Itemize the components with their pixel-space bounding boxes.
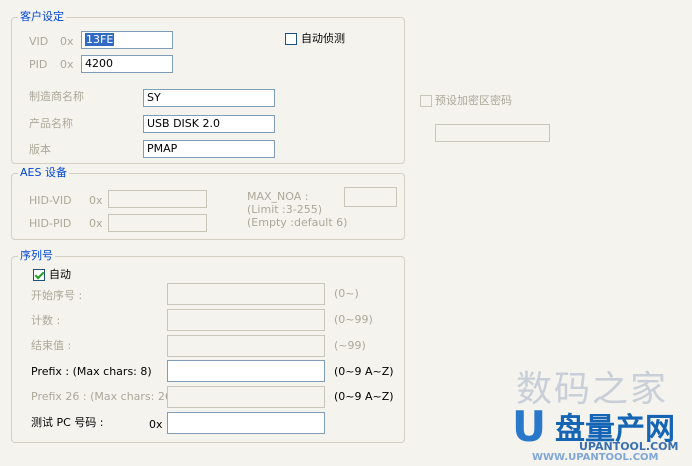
preset-password-label: 预设加密区密码 xyxy=(435,94,512,107)
manufacturer-label: 制造商名称 xyxy=(29,90,84,103)
auto-detect-checkbox[interactable] xyxy=(285,33,297,45)
hid-pid-label: HID-PID xyxy=(29,217,72,230)
customer-settings-title: 客户设定 xyxy=(18,10,66,24)
prefix-hint: (0~9 A~Z) xyxy=(334,365,394,378)
vid-prefix: 0x xyxy=(60,35,74,48)
vid-value: 13FE xyxy=(85,33,115,46)
watermark-url-sub: WWW.UPANTOOL.COM xyxy=(532,452,659,463)
hid-vid-label: HID-VID xyxy=(29,194,72,207)
hid-pid-prefix: 0x xyxy=(89,217,103,230)
aes-device-title: AES 设备 xyxy=(18,166,69,180)
manufacturer-input[interactable]: SY xyxy=(143,89,275,107)
end-value-label: 结束值 : xyxy=(31,339,72,352)
test-pc-input[interactable] xyxy=(167,412,325,434)
start-serial-hint: (0~) xyxy=(334,287,359,300)
vid-input[interactable]: 13FE xyxy=(81,31,173,49)
start-serial-label: 开始序号 : xyxy=(31,289,83,302)
hid-vid-input[interactable] xyxy=(108,190,207,208)
product-label: 产品名称 xyxy=(29,117,73,130)
end-value-input[interactable] xyxy=(167,335,325,357)
auto-detect-label: 自动侦测 xyxy=(301,32,345,45)
serial-auto-checkbox[interactable] xyxy=(33,269,45,281)
vid-label: VID xyxy=(29,35,49,48)
count-hint: (0~99) xyxy=(334,313,373,326)
prefix-input[interactable] xyxy=(167,360,325,382)
prefix-label: Prefix : (Max chars: 8) xyxy=(31,365,152,378)
prefix26-input[interactable] xyxy=(167,386,325,408)
serial-auto-label: 自动 xyxy=(49,268,71,281)
max-noa-label: MAX_NOA : xyxy=(247,190,309,203)
pid-label: PID xyxy=(29,58,48,71)
max-noa-input[interactable] xyxy=(344,187,397,207)
prefix26-label: Prefix 26 : (Max chars: 26) xyxy=(31,390,177,403)
count-label: 计数 : xyxy=(31,314,61,327)
preset-password-checkbox[interactable] xyxy=(420,95,432,107)
start-serial-input[interactable] xyxy=(167,283,325,305)
checkmark-icon xyxy=(34,269,45,280)
max-noa-limit: (Limit :3-255) xyxy=(247,203,323,216)
test-pc-label: 测试 PC 号码 : xyxy=(31,416,104,429)
prefix26-hint: (0~9 A~Z) xyxy=(334,390,394,403)
hid-pid-input[interactable] xyxy=(108,214,207,232)
pid-prefix: 0x xyxy=(60,58,74,71)
version-input[interactable]: PMAP xyxy=(143,140,275,158)
pid-input[interactable]: 4200 xyxy=(81,55,173,73)
product-input[interactable]: USB DISK 2.0 xyxy=(143,115,275,133)
max-noa-empty: (Empty :default 6) xyxy=(247,216,348,229)
test-pc-prefix: 0x xyxy=(149,418,163,431)
version-label: 版本 xyxy=(29,143,51,156)
hid-vid-prefix: 0x xyxy=(89,194,103,207)
end-value-hint: (~99) xyxy=(334,339,366,352)
watermark-u-logo: U xyxy=(512,402,547,451)
preset-password-input[interactable] xyxy=(435,124,550,142)
count-input[interactable] xyxy=(167,309,325,331)
serial-number-title: 序列号 xyxy=(18,249,55,263)
